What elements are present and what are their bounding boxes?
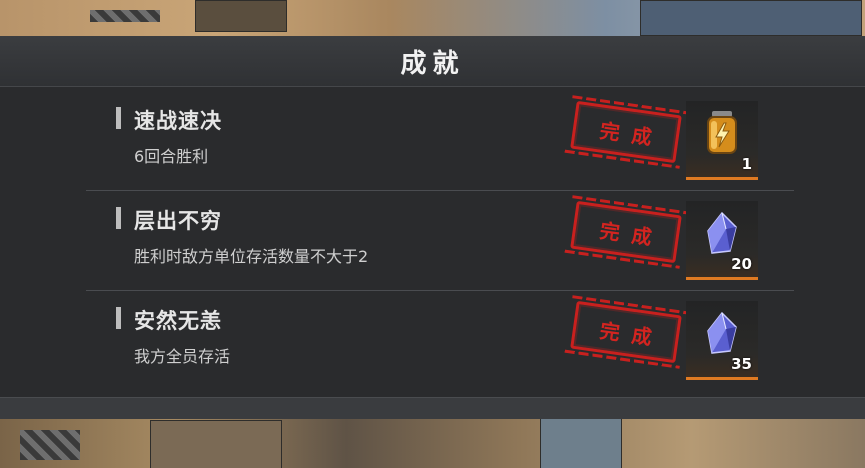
- panel-title: 成就: [400, 48, 465, 79]
- completed-stamp: 完成: [570, 300, 682, 364]
- reward-slot[interactable]: 35: [686, 301, 758, 380]
- stamp-label: 完成: [598, 117, 666, 151]
- scene-hazard-stripe: [90, 10, 160, 22]
- energy-cell-icon: [707, 111, 737, 154]
- achievement-title: 速战速决: [116, 105, 222, 135]
- reward-slot[interactable]: 20: [686, 201, 758, 280]
- achievement-title: 安然无恙: [116, 305, 222, 335]
- reward-count: 20: [731, 255, 752, 273]
- completed-stamp: 完成: [570, 100, 682, 164]
- panel-footer: [0, 397, 865, 419]
- achievement-row[interactable]: 安然无恙 我方全员存活 完成 35: [86, 291, 794, 391]
- crystal-icon: [707, 211, 737, 254]
- stamp-label: 完成: [598, 217, 666, 251]
- achievement-description: 6回合胜利: [134, 147, 209, 166]
- completed-stamp: 完成: [570, 200, 682, 264]
- scene-building: [540, 418, 622, 468]
- achievement-row[interactable]: 速战速决 6回合胜利 完成 1: [86, 91, 794, 191]
- scene-structure: [195, 0, 287, 32]
- crystal-icon: [707, 311, 737, 354]
- scene-hazard-stripe: [20, 430, 80, 460]
- reward-count: 1: [741, 155, 752, 173]
- scene-structure: [150, 420, 282, 468]
- achievement-description: 胜利时敌方单位存活数量不大于2: [134, 247, 369, 266]
- reward-slot[interactable]: 1: [686, 101, 758, 180]
- achievement-row[interactable]: 层出不穷 胜利时敌方单位存活数量不大于2 完成 20: [86, 191, 794, 291]
- panel-header: 成就: [0, 36, 865, 87]
- stamp-label: 完成: [598, 317, 666, 351]
- reward-count: 35: [731, 355, 752, 373]
- achievements-panel: 成就 速战速决 6回合胜利 完成 1 层出不穷 胜利时敌方单位存活数量不大于2 …: [0, 36, 865, 419]
- achievement-title: 层出不穷: [116, 205, 222, 235]
- achievement-description: 我方全员存活: [134, 347, 231, 366]
- scene-building: [640, 0, 862, 36]
